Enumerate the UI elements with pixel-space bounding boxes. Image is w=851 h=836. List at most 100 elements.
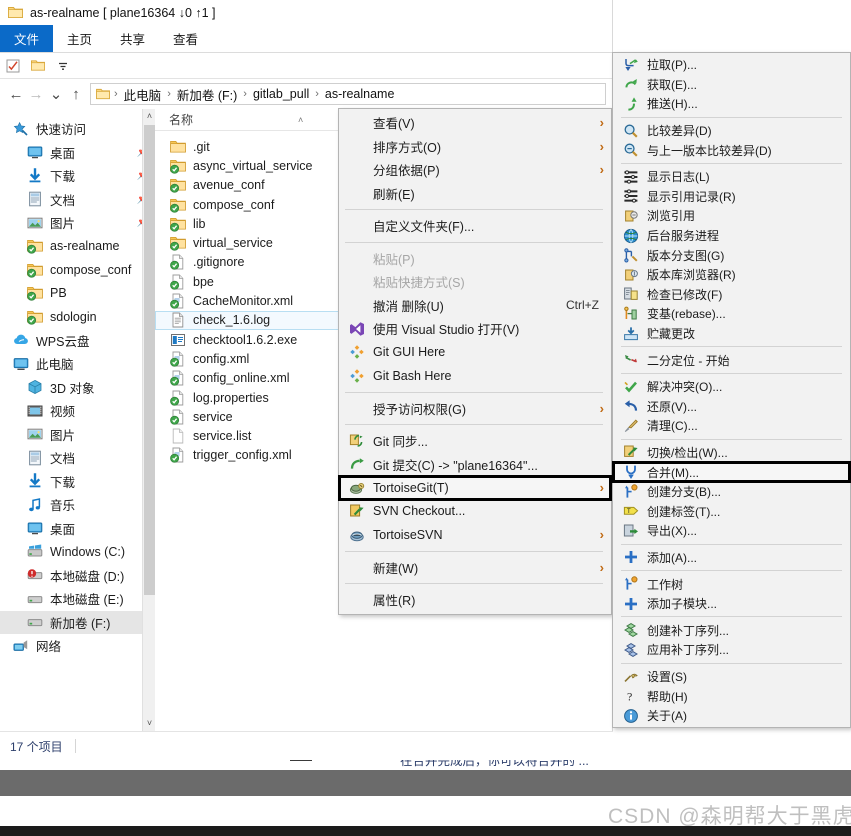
- context-menu-item-20[interactable]: TortoiseSVN ›: [339, 523, 611, 547]
- context-menu-item-5[interactable]: 自定义文件夹(F)...: [339, 214, 611, 238]
- up-button[interactable]: ↑: [66, 83, 86, 105]
- context-menu-item-18[interactable]: TortoiseGit(T) ›: [338, 475, 612, 501]
- scrollbar-thumb[interactable]: [144, 125, 155, 595]
- context-menu-item-11[interactable]: Git GUI Here: [339, 341, 611, 365]
- tab-share[interactable]: 共享: [106, 25, 159, 52]
- navigation-scrollbar[interactable]: ˄ ˅: [142, 109, 155, 731]
- tortoisegit-menu-item-26[interactable]: T 创建标签(T)...: [613, 501, 850, 521]
- context-menu-item-3[interactable]: 刷新(E): [339, 182, 611, 206]
- sidebar-item-16[interactable]: 音乐: [0, 493, 155, 517]
- tortoisegit-menu-item-19[interactable]: 解决冲突(O)...: [613, 377, 850, 397]
- tortoisegit-menu-item-23[interactable]: 切换/检出(W)...: [613, 443, 850, 463]
- breadcrumb-item-volume-f[interactable]: 新加卷 (F:): [175, 85, 239, 104]
- tortoisegit-menu-item-11[interactable]: 版本分支图(G): [613, 245, 850, 265]
- tortoisegit-menu-item-4[interactable]: 比较差异(D): [613, 121, 850, 141]
- sidebar-item-15[interactable]: 下载: [0, 470, 155, 494]
- sidebar-item-10[interactable]: 此电脑: [0, 352, 155, 376]
- tortoisegit-menu-item-10[interactable]: 后台服务进程: [613, 226, 850, 246]
- context-menu-item-19[interactable]: SVN Checkout...: [339, 500, 611, 524]
- tortoisegit-menu-item-29[interactable]: 添加(A)...: [613, 548, 850, 568]
- tortoisegit-menu-item-0[interactable]: 拉取(P)...: [613, 55, 850, 75]
- context-menu-item-16[interactable]: Git 同步...: [339, 429, 611, 453]
- tortoisegit-menu-item-34[interactable]: 创建补丁序列...: [613, 620, 850, 640]
- documents-icon: [26, 449, 44, 467]
- sidebar-item-22[interactable]: 网络: [0, 634, 155, 658]
- breadcrumb-item-gitlab-pull[interactable]: gitlab_pull: [251, 87, 311, 101]
- breadcrumb-item-this-pc[interactable]: 此电脑: [122, 85, 164, 104]
- context-menu-item-9[interactable]: 撤消 删除(U) Ctrl+Z: [339, 294, 611, 318]
- tortoisegit-menu-item-2[interactable]: 推送(H)...: [613, 94, 850, 114]
- sidebar-item-2[interactable]: 下载📌: [0, 164, 155, 188]
- context-menu-item-2[interactable]: 分组依据(P) ›: [339, 158, 611, 182]
- scroll-down-arrow-icon[interactable]: ˅: [143, 716, 155, 731]
- sidebar-item-20[interactable]: 本地磁盘 (E:): [0, 587, 155, 611]
- videos-icon: [26, 402, 44, 420]
- breadcrumb[interactable]: › 此电脑 › 新加卷 (F:) › gitlab_pull › as-real…: [90, 83, 606, 105]
- sidebar-item-11[interactable]: 3D 对象: [0, 376, 155, 400]
- tortoisegit-menu-item-27[interactable]: 导出(X)...: [613, 521, 850, 541]
- tab-file[interactable]: 文件: [0, 25, 54, 52]
- sidebar-item-12[interactable]: 视频: [0, 399, 155, 423]
- forward-button[interactable]: →: [26, 83, 46, 105]
- context-menu-item-12[interactable]: Git Bash Here: [339, 364, 611, 388]
- tortoisegit-menu-item-31[interactable]: 工作树: [613, 574, 850, 594]
- scroll-up-arrow-icon[interactable]: ˄: [143, 109, 155, 124]
- tortoisegit-menu-item-8[interactable]: 显示引用记录(R): [613, 187, 850, 207]
- stash-icon: [621, 325, 641, 343]
- back-button[interactable]: ←: [6, 83, 26, 105]
- sidebar-item-5[interactable]: as-realname: [0, 235, 155, 259]
- sidebar-item-label: 文档: [50, 452, 76, 467]
- sidebar-item-8[interactable]: sdologin: [0, 305, 155, 329]
- context-menu-item-10[interactable]: 使用 Visual Studio 打开(V): [339, 317, 611, 341]
- tortoisegit-menu-item-25[interactable]: 创建分支(B)...: [613, 482, 850, 502]
- tortoisegit-menu-item-9[interactable]: 浏览引用: [613, 206, 850, 226]
- status-bar: 17 个项目: [0, 731, 613, 760]
- add-submodule-icon: [621, 595, 641, 613]
- tortoisegit-menu-item-39[interactable]: 关于(A): [613, 706, 850, 726]
- tortoisegit-menu-item-24[interactable]: 合并(M)...: [612, 461, 851, 483]
- sidebar-item-3[interactable]: 文档📌: [0, 188, 155, 212]
- sidebar-item-9[interactable]: WPS云盘: [0, 329, 155, 353]
- sidebar-item-19[interactable]: 本地磁盘 (D:): [0, 564, 155, 588]
- tab-view[interactable]: 查看: [159, 25, 212, 52]
- tortoisegit-menu-item-35[interactable]: 应用补丁序列...: [613, 640, 850, 660]
- tortoisegit-menu-item-7[interactable]: 显示日志(L): [613, 167, 850, 187]
- customize-dropdown-icon[interactable]: [54, 57, 72, 75]
- context-menu-item-24[interactable]: 属性(R): [339, 588, 611, 612]
- tortoisegit-menu-item-15[interactable]: 贮藏更改: [613, 324, 850, 344]
- breadcrumb-item-as-realname[interactable]: as-realname: [323, 87, 396, 101]
- tortoisegit-menu-item-32[interactable]: 添加子模块...: [613, 594, 850, 614]
- sidebar-item-21[interactable]: 新加卷 (F:): [0, 610, 155, 634]
- sidebar-item-1[interactable]: 桌面📌: [0, 141, 155, 165]
- sidebar-item-18[interactable]: Windows (C:): [0, 540, 155, 564]
- tortoisegit-menu-item-13[interactable]: 检查已修改(F): [613, 285, 850, 305]
- context-menu-item-14[interactable]: 授予访问权限(G) ›: [339, 397, 611, 421]
- tortoisegit-menu-item-1[interactable]: 获取(E)...: [613, 75, 850, 95]
- context-menu-item-22[interactable]: 新建(W) ›: [339, 556, 611, 580]
- tortoisegit-menu-item-5[interactable]: 与上一版本比较差异(D): [613, 140, 850, 160]
- menu-accelerator: Ctrl+Z: [566, 298, 599, 313]
- new-folder-icon[interactable]: [29, 57, 47, 75]
- tortoisegit-menu-item-38[interactable]: ? 帮助(H): [613, 686, 850, 706]
- tortoisegit-menu-item-37[interactable]: 设置(S): [613, 667, 850, 687]
- context-menu-item-17[interactable]: Git 提交(C) -> "plane16364"...: [339, 453, 611, 477]
- tortoisegit-menu-item-17[interactable]: 二分定位 - 开始: [613, 350, 850, 370]
- sidebar-item-6[interactable]: compose_conf: [0, 258, 155, 282]
- sidebar-item-label: 视频: [50, 405, 76, 420]
- tortoisegit-menu-item-12[interactable]: 版本库浏览器(R): [613, 265, 850, 285]
- file-name-label: config_online.xml: [193, 371, 290, 386]
- context-menu-item-1[interactable]: 排序方式(O) ›: [339, 135, 611, 159]
- sidebar-item-17[interactable]: 桌面: [0, 517, 155, 541]
- recent-locations-button[interactable]: ⌄: [46, 83, 66, 105]
- tortoisegit-menu-item-20[interactable]: 还原(V)...: [613, 397, 850, 417]
- tortoisegit-menu-item-14[interactable]: 变基(rebase)...: [613, 304, 850, 324]
- sidebar-item-7[interactable]: PB: [0, 282, 155, 306]
- sidebar-item-4[interactable]: 图片📌: [0, 211, 155, 235]
- sidebar-item-13[interactable]: 图片: [0, 423, 155, 447]
- sidebar-item-0[interactable]: 快速访问: [0, 117, 155, 141]
- tab-home[interactable]: 主页: [53, 25, 106, 52]
- properties-check-icon[interactable]: [4, 57, 22, 75]
- sidebar-item-14[interactable]: 文档: [0, 446, 155, 470]
- tortoisegit-menu-item-21[interactable]: 清理(C)...: [613, 416, 850, 436]
- context-menu-item-0[interactable]: 查看(V) ›: [339, 111, 611, 135]
